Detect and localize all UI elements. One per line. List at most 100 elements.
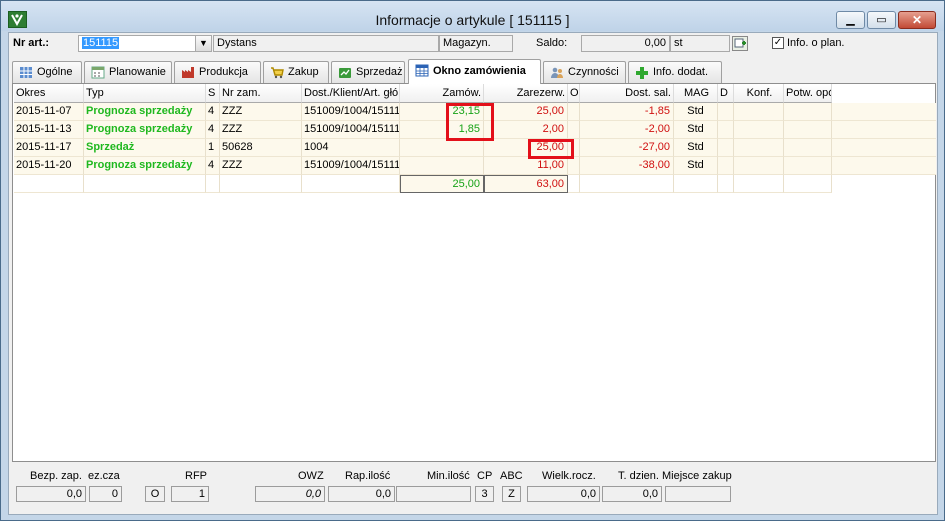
tab-planowanie[interactable]: Planowanie: [84, 61, 172, 83]
total-zarezerw: 63,00: [484, 175, 568, 193]
tab-czynnosci[interactable]: Czynności: [543, 61, 626, 83]
cell-d: [718, 103, 734, 121]
col-header-o[interactable]: O: [568, 84, 580, 103]
minimize-button[interactable]: ▁: [836, 11, 865, 29]
cp-label: CP: [477, 470, 493, 482]
rfp-field[interactable]: 1: [171, 486, 209, 502]
cell-o: [568, 121, 580, 139]
title-bar: Informacje o artykule [ 151115 ] ▁ ▭ ✕: [1, 1, 944, 31]
close-icon: ✕: [911, 13, 923, 27]
miejsce-zakup-label: Miejsce zakup: [662, 470, 732, 482]
col-header-typ[interactable]: Typ: [84, 84, 206, 103]
cell-zamow: [400, 157, 484, 175]
minimize-icon: ▁: [846, 14, 855, 26]
plus-icon: [636, 67, 648, 79]
cp-field[interactable]: 3: [475, 486, 494, 502]
saldo-label: Saldo:: [536, 37, 568, 49]
o-flag-field[interactable]: O: [145, 486, 165, 502]
nr-art-input[interactable]: 151115: [78, 35, 196, 52]
cell-filler: [832, 139, 936, 157]
cell-konf: [734, 121, 784, 139]
t-dzien-label: T. dzien.: [618, 470, 659, 482]
min-ilosc-label: Min.ilość: [427, 470, 470, 482]
nr-art-dropdown-button[interactable]: ▼: [195, 35, 212, 52]
col-header-okres[interactable]: Okres: [14, 84, 84, 103]
cell-potw: [784, 103, 832, 121]
wielk-rocz-field[interactable]: 0,0: [527, 486, 600, 502]
tab-ogolne[interactable]: Ogólne: [12, 61, 82, 83]
cell-okres: 2015-11-20: [14, 157, 84, 175]
window-title: Informacje o artykule [ 151115 ]: [375, 12, 570, 28]
col-header-d[interactable]: D: [718, 84, 734, 103]
cell-filler: [832, 121, 936, 139]
table-row[interactable]: 2015-11-13 Prognoza sprzedaży 4 ZZZ 1510…: [14, 121, 936, 139]
saldo-field: 0,00: [581, 35, 670, 52]
cell-nr-zam: 50628: [220, 139, 302, 157]
cell-konf: [734, 157, 784, 175]
magazyn-field[interactable]: Magazyn.: [439, 35, 513, 52]
tab-okno-zamowienia[interactable]: Okno zamówienia: [408, 59, 541, 84]
owz-field[interactable]: 0,0: [255, 486, 325, 502]
client-area: Nr art.: 151115 ▼ Dystans Magazyn. Saldo…: [8, 32, 938, 515]
wielk-rocz-label: Wielk.rocz.: [542, 470, 596, 482]
tab-label: Planowanie: [109, 66, 166, 78]
cell-okres: 2015-11-17: [14, 139, 84, 157]
bezp-zap-field[interactable]: 0,0: [16, 486, 86, 502]
cell-mag: Std: [674, 103, 718, 121]
table-row[interactable]: 2015-11-07 Prognoza sprzedaży 4 ZZZ 1510…: [14, 103, 936, 121]
cell-zarezerw: 25,00: [484, 103, 568, 121]
col-header-zamow[interactable]: Zamów.: [400, 84, 484, 103]
factory-icon: [182, 67, 194, 78]
col-header-mag[interactable]: MAG: [674, 84, 718, 103]
maximize-button[interactable]: ▭: [867, 11, 896, 29]
col-header-zarezerw[interactable]: Zarezerw.: [484, 84, 568, 103]
col-header-nr-zam[interactable]: Nr zam.: [220, 84, 302, 103]
info-plan-label: Info. o plan.: [787, 37, 845, 49]
cell-typ: Prognoza sprzedaży: [84, 157, 206, 175]
cell-d: [718, 139, 734, 157]
cell-empty: [734, 175, 784, 193]
rap-ilosc-label: Rap.ilość: [345, 470, 391, 482]
cell-dost: 151009/1004/15111: [302, 121, 400, 139]
close-button[interactable]: ✕: [898, 11, 936, 29]
col-header-potw[interactable]: Potw. opó: [784, 84, 832, 103]
table-row[interactable]: 2015-11-17 Sprzedaż 1 50628 1004 25,00 -…: [14, 139, 936, 157]
info-plan-checkbox[interactable]: ✓: [772, 37, 784, 49]
cell-mag: Std: [674, 157, 718, 175]
cell-empty: [14, 175, 84, 193]
miejsce-zakup-field[interactable]: [665, 486, 731, 502]
tab-sprzedaz[interactable]: Sprzedaż: [331, 61, 405, 83]
cell-zarezerw: 11,00: [484, 157, 568, 175]
col-header-dost[interactable]: Dost./Klient/Art. głó: [302, 84, 400, 103]
t-dzien-field[interactable]: 0,0: [602, 486, 662, 502]
add-note-button[interactable]: [732, 36, 748, 51]
cell-zarezerw: 2,00: [484, 121, 568, 139]
cell-empty: [580, 175, 674, 193]
cell-konf: [734, 103, 784, 121]
chevron-down-icon: ▼: [199, 38, 208, 48]
cell-dost: 151009/1004/15111: [302, 157, 400, 175]
tab-produkcja[interactable]: Produkcja: [174, 61, 261, 83]
cell-empty: [784, 175, 832, 193]
rap-ilosc-field[interactable]: 0,0: [328, 486, 395, 502]
totals-row: 25,00 63,00: [14, 175, 832, 193]
maximize-icon: ▭: [876, 14, 887, 26]
cell-empty: [84, 175, 206, 193]
article-info-window: Informacje o artykule [ 151115 ] ▁ ▭ ✕ N…: [0, 0, 945, 521]
ez-cza-field[interactable]: 0: [89, 486, 122, 502]
cell-dost-sal: -2,00: [580, 121, 674, 139]
cell-dost-sal: -38,00: [580, 157, 674, 175]
tab-info-dodat[interactable]: Info. dodat.: [628, 61, 722, 83]
table-row[interactable]: 2015-11-20 Prognoza sprzedaży 4 ZZZ 1510…: [14, 157, 936, 175]
cell-s: 4: [206, 103, 220, 121]
cell-mag: Std: [674, 121, 718, 139]
abc-field[interactable]: Z: [502, 486, 521, 502]
col-header-konf[interactable]: Konf.: [734, 84, 784, 103]
tab-zakup[interactable]: Zakup: [263, 61, 329, 83]
cell-empty: [568, 175, 580, 193]
cell-nr-zam: ZZZ: [220, 121, 302, 139]
col-header-dost-sal[interactable]: Dost. sal.: [580, 84, 674, 103]
col-header-s[interactable]: S: [206, 84, 220, 103]
min-ilosc-field[interactable]: [396, 486, 471, 502]
sales-icon: [339, 68, 351, 78]
